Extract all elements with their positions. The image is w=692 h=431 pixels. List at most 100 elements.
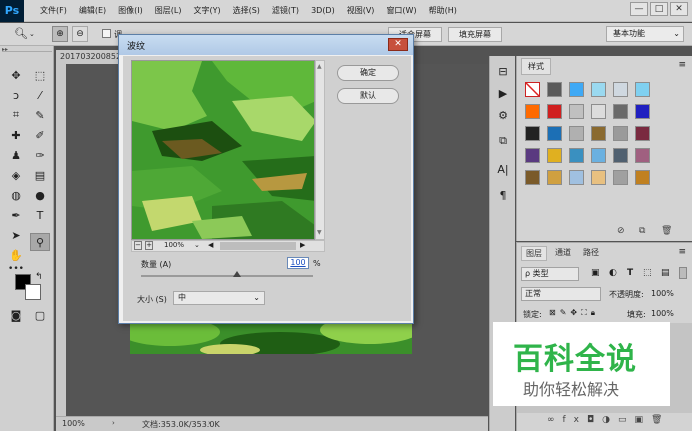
style-swatch[interactable] (613, 170, 628, 185)
quick-mask-icon[interactable]: ◙ (6, 306, 26, 324)
screen-mode-icon[interactable]: ▢ (30, 306, 50, 324)
filter-toggle[interactable] (679, 267, 687, 279)
pixel-filter-icon[interactable]: ▣ (591, 268, 600, 278)
menu-window[interactable]: 窗口(W) (380, 5, 422, 16)
style-swatch[interactable] (525, 104, 540, 119)
ok-button[interactable]: 确定 (337, 65, 399, 81)
properties-icon[interactable]: ⚙ (493, 106, 513, 124)
new-style-icon[interactable]: ⧉ (639, 226, 645, 236)
opacity-value[interactable]: 100% (651, 289, 674, 298)
history-icon[interactable]: ⊟ (493, 62, 513, 80)
healing-brush-icon[interactable]: ✚ (6, 126, 26, 144)
blur-icon[interactable]: ◍ (6, 186, 26, 204)
scroll-left-icon[interactable]: ◀ (208, 241, 213, 249)
horizontal-scroll-thumb[interactable] (220, 242, 296, 250)
style-swatch[interactable] (547, 82, 562, 97)
filter-preview[interactable] (131, 60, 315, 240)
style-swatch[interactable] (591, 170, 606, 185)
tab-paths[interactable]: 路径 (579, 246, 603, 259)
style-swatch[interactable] (569, 170, 584, 185)
character-panel-icon[interactable]: A| (493, 160, 513, 178)
workspace-select[interactable]: 基本功能 ⌄ (606, 26, 684, 42)
menu-view[interactable]: 视图(V) (341, 5, 381, 16)
pen-tool-icon[interactable]: ✒ (6, 206, 26, 224)
menu-layer[interactable]: 图层(L) (149, 5, 188, 16)
adjust-filter-icon[interactable]: ◐ (609, 268, 617, 278)
style-swatch[interactable] (547, 148, 562, 163)
style-swatch[interactable] (525, 82, 540, 97)
marquee-tool-icon[interactable]: ⬚ (30, 66, 50, 84)
path-select-icon[interactable]: ➤ (6, 226, 26, 244)
fill-value[interactable]: 100% (651, 309, 674, 318)
tab-channels[interactable]: 通道 (551, 246, 575, 259)
style-swatch[interactable] (613, 126, 628, 141)
style-swatch[interactable] (525, 170, 540, 185)
amount-input[interactable]: 100 (287, 257, 309, 269)
stamp-tool-icon[interactable]: ♟ (6, 146, 26, 164)
style-swatch[interactable] (591, 104, 606, 119)
style-swatch[interactable] (591, 126, 606, 141)
menu-file[interactable]: 文件(F) (34, 5, 73, 16)
style-swatch[interactable] (569, 126, 584, 141)
brush-tool-icon[interactable]: ✐ (30, 126, 50, 144)
zoom-in-preview-icon[interactable]: + (145, 241, 153, 250)
status-menu-icon[interactable]: › (112, 419, 115, 427)
fill-screen-button[interactable]: 填充屏幕 (448, 27, 502, 42)
menu-filter[interactable]: 滤镜(T) (266, 5, 305, 16)
move-tool-icon[interactable]: ✥ (6, 66, 26, 84)
style-swatch[interactable] (613, 148, 628, 163)
style-swatch[interactable] (613, 82, 628, 97)
zoom-out-icon[interactable]: ⊖ (72, 26, 88, 42)
maximize-button[interactable]: □ (650, 2, 668, 16)
minimize-button[interactable]: — (630, 2, 648, 16)
clone-source-icon[interactable]: ⧉ (493, 132, 513, 150)
type-tool-icon[interactable]: T (30, 206, 50, 224)
preview-scrollbar[interactable]: ▲ ▼ (315, 60, 325, 240)
tab-layers[interactable]: 图层 (521, 246, 547, 261)
layers-footer-icons[interactable]: ∞fx◘◑▭▣🗑︎ (547, 415, 670, 425)
type-filter-icon[interactable]: T (627, 268, 633, 278)
history-brush-icon[interactable]: ✑ (30, 146, 50, 164)
style-swatch[interactable] (635, 126, 650, 141)
scroll-right-icon[interactable]: ▶ (300, 241, 305, 249)
blend-mode-select[interactable]: 正常 (521, 287, 601, 301)
zoom-level[interactable]: 100% (62, 419, 85, 428)
chevron-down-icon[interactable]: ⌄ (29, 30, 35, 38)
style-swatch[interactable] (569, 148, 584, 163)
style-swatch[interactable] (591, 148, 606, 163)
shape-filter-icon[interactable]: ⬚ (643, 268, 652, 278)
paragraph-panel-icon[interactable]: ¶ (493, 186, 513, 204)
chevron-down-icon[interactable]: ⌄ (194, 241, 200, 249)
dialog-close-icon[interactable]: ✕ (388, 38, 408, 51)
resize-windows-checkbox[interactable] (102, 29, 111, 38)
style-swatch[interactable] (635, 82, 650, 97)
magic-wand-icon[interactable]: ⁄ (30, 86, 50, 104)
scroll-up-icon[interactable]: ▲ (317, 63, 322, 70)
gradient-icon[interactable]: ▤ (30, 166, 50, 184)
menu-image[interactable]: 图像(I) (112, 5, 149, 16)
menu-type[interactable]: 文字(Y) (187, 5, 226, 16)
size-select[interactable]: 中 ⌄ (173, 291, 265, 305)
scroll-down-icon[interactable]: ▼ (317, 229, 322, 236)
clear-style-icon[interactable]: ⊘ (617, 226, 625, 236)
close-button[interactable]: ✕ (670, 2, 688, 16)
eraser-icon[interactable]: ◈ (6, 166, 26, 184)
swap-colors-icon[interactable]: ↰ (35, 272, 43, 282)
zoom-in-icon[interactable]: ⊕ (52, 26, 68, 42)
lock-icons[interactable]: ⊠✎✥⛶🔒︎ (549, 308, 599, 318)
style-swatch[interactable] (547, 126, 562, 141)
delete-style-icon[interactable]: 🗑︎ (661, 226, 672, 236)
style-swatch[interactable] (635, 104, 650, 119)
smart-filter-icon[interactable]: ▤ (661, 268, 670, 278)
lasso-tool-icon[interactable]: ↄ (6, 86, 26, 104)
style-swatch[interactable] (635, 148, 650, 163)
layer-filter-select[interactable]: ρ 类型 (521, 267, 579, 281)
style-swatch[interactable] (569, 82, 584, 97)
actions-play-icon[interactable]: ▶ (493, 84, 513, 102)
style-swatch[interactable] (569, 104, 584, 119)
style-swatch[interactable] (591, 82, 606, 97)
background-color-swatch[interactable] (25, 284, 41, 300)
menu-select[interactable]: 选择(S) (227, 5, 266, 16)
dodge-icon[interactable]: ● (30, 186, 50, 204)
amount-slider-thumb[interactable] (233, 271, 242, 277)
